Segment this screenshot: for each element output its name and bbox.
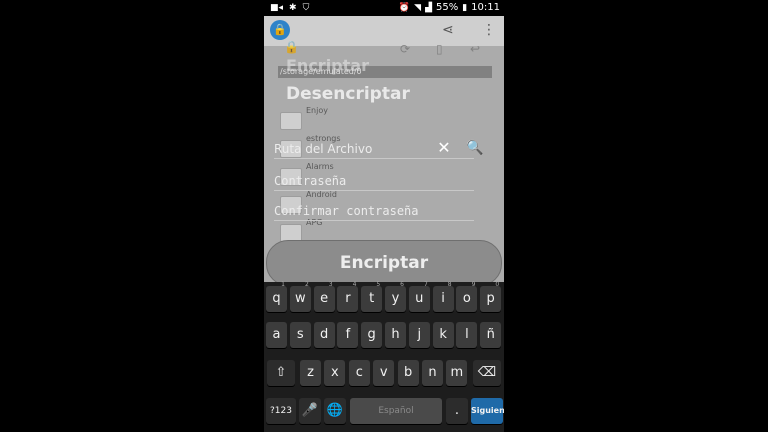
wifi-icon: ◥ bbox=[414, 3, 422, 13]
folder-name: Alarms bbox=[306, 162, 334, 171]
key-x[interactable]: x bbox=[324, 360, 346, 386]
key-a[interactable]: a bbox=[266, 322, 287, 348]
key-u[interactable]: u7 bbox=[408, 281, 430, 312]
keyboard-row-1: q1w2e3r4t5y6u7i8o9p0 bbox=[264, 281, 504, 318]
encrypt-button[interactable]: Encriptar bbox=[266, 240, 502, 286]
key-l[interactable]: l bbox=[456, 322, 478, 348]
key-hint: 9 bbox=[471, 281, 476, 288]
symbols-key[interactable]: ?123 bbox=[266, 398, 296, 424]
key-i[interactable]: i8 bbox=[432, 281, 454, 312]
overflow-menu-icon[interactable]: ⋮ bbox=[482, 22, 496, 38]
keyboard: q1w2e3r4t5y6u7i8o9p0 asdfghjklñ ⇧ ⌫ zxcv… bbox=[264, 281, 504, 432]
key-w[interactable]: w2 bbox=[289, 281, 311, 312]
key-f[interactable]: f bbox=[337, 322, 359, 348]
battery-percent: 55% bbox=[435, 2, 459, 13]
key-hint: 2 bbox=[304, 281, 309, 288]
key-v[interactable]: v bbox=[373, 360, 395, 386]
key-hint: 4 bbox=[352, 281, 357, 288]
microphone-icon[interactable]: 🎤 bbox=[299, 398, 321, 424]
next-key[interactable]: Siguiente bbox=[471, 398, 504, 424]
key-hint: 1 bbox=[281, 281, 285, 288]
key-hint: 7 bbox=[423, 281, 428, 288]
key-k[interactable]: k bbox=[432, 322, 454, 348]
space-key[interactable]: Español bbox=[350, 398, 442, 424]
key-z[interactable]: z bbox=[300, 360, 321, 386]
alarm-icon: ⏰ bbox=[398, 3, 411, 13]
folder-icon bbox=[280, 112, 302, 130]
password-field[interactable]: Contraseña bbox=[274, 172, 474, 191]
clock: 10:11 bbox=[471, 2, 500, 13]
device-icon[interactable]: ▯ bbox=[436, 42, 443, 56]
key-ñ[interactable]: ñ bbox=[480, 322, 502, 348]
bluetooth-icon: ✱ bbox=[289, 3, 297, 13]
key-hint: 0 bbox=[495, 281, 500, 288]
key-hint: 5 bbox=[376, 281, 381, 288]
key-b[interactable]: b bbox=[397, 360, 419, 386]
keyboard-row-2: asdfghjklñ bbox=[264, 318, 504, 354]
shift-key[interactable]: ⇧ bbox=[267, 360, 295, 386]
status-bar: ■◂ ✱ ⛉ ⏰ ◥ ▟ 55% ▮ 10:11 bbox=[264, 0, 504, 16]
confirm-password-field[interactable]: Confirmar contraseña bbox=[274, 202, 474, 221]
key-m[interactable]: m bbox=[446, 360, 468, 386]
folder-name: Enjoy bbox=[306, 106, 328, 115]
globe-icon[interactable]: 🌐 bbox=[324, 398, 346, 424]
key-hint: 6 bbox=[400, 281, 404, 288]
key-hint: 3 bbox=[328, 281, 333, 288]
lock-icon: 🔒 bbox=[284, 40, 299, 54]
close-icon[interactable]: ✕ bbox=[436, 140, 452, 156]
vpn-icon: ⛉ bbox=[302, 3, 310, 13]
signal-icon: ▟ bbox=[425, 3, 432, 13]
key-n[interactable]: n bbox=[422, 360, 443, 386]
key-g[interactable]: g bbox=[361, 322, 383, 348]
keyboard-row-4: ?123 🎤 🌐 Español . Siguiente bbox=[264, 394, 504, 430]
share-icon[interactable]: ⋖ bbox=[442, 22, 454, 38]
key-hint: 8 bbox=[447, 281, 452, 288]
key-q[interactable]: q1 bbox=[266, 281, 287, 312]
encriptar-title-ghost: Encriptar bbox=[286, 56, 369, 75]
key-y[interactable]: y6 bbox=[385, 281, 406, 312]
key-r[interactable]: r4 bbox=[337, 281, 359, 312]
key-o[interactable]: o9 bbox=[456, 281, 478, 312]
key-e[interactable]: e3 bbox=[313, 281, 335, 312]
search-icon[interactable]: 🔍 bbox=[466, 140, 488, 158]
key-p[interactable]: p0 bbox=[480, 281, 502, 312]
backspace-key[interactable]: ⌫ bbox=[473, 360, 501, 386]
key-j[interactable]: j bbox=[408, 322, 430, 348]
page-title: Desencriptar bbox=[286, 84, 410, 104]
list-item[interactable]: Enjoy bbox=[280, 106, 480, 134]
period-key[interactable]: . bbox=[446, 398, 468, 424]
back-icon[interactable]: ↩ bbox=[470, 42, 480, 56]
lock-icon[interactable]: 🔒 bbox=[270, 20, 290, 40]
key-c[interactable]: c bbox=[348, 360, 370, 386]
key-t[interactable]: t5 bbox=[361, 281, 383, 312]
refresh-icon[interactable]: ⟳ bbox=[400, 42, 410, 56]
video-icon: ■◂ bbox=[270, 3, 284, 13]
key-h[interactable]: h bbox=[385, 322, 406, 348]
key-d[interactable]: d bbox=[313, 322, 335, 348]
key-s[interactable]: s bbox=[289, 322, 311, 348]
keyboard-row-3: ⇧ ⌫ zxcvbnm bbox=[264, 356, 504, 392]
phone-screen: ■◂ ✱ ⛉ ⏰ ◥ ▟ 55% ▮ 10:11 🔒 ⋖ ⋮ 🔒 ⟳ ▯ ↩ /… bbox=[264, 0, 504, 432]
battery-icon: ▮ bbox=[462, 3, 468, 13]
folder-name: Android bbox=[306, 190, 337, 199]
